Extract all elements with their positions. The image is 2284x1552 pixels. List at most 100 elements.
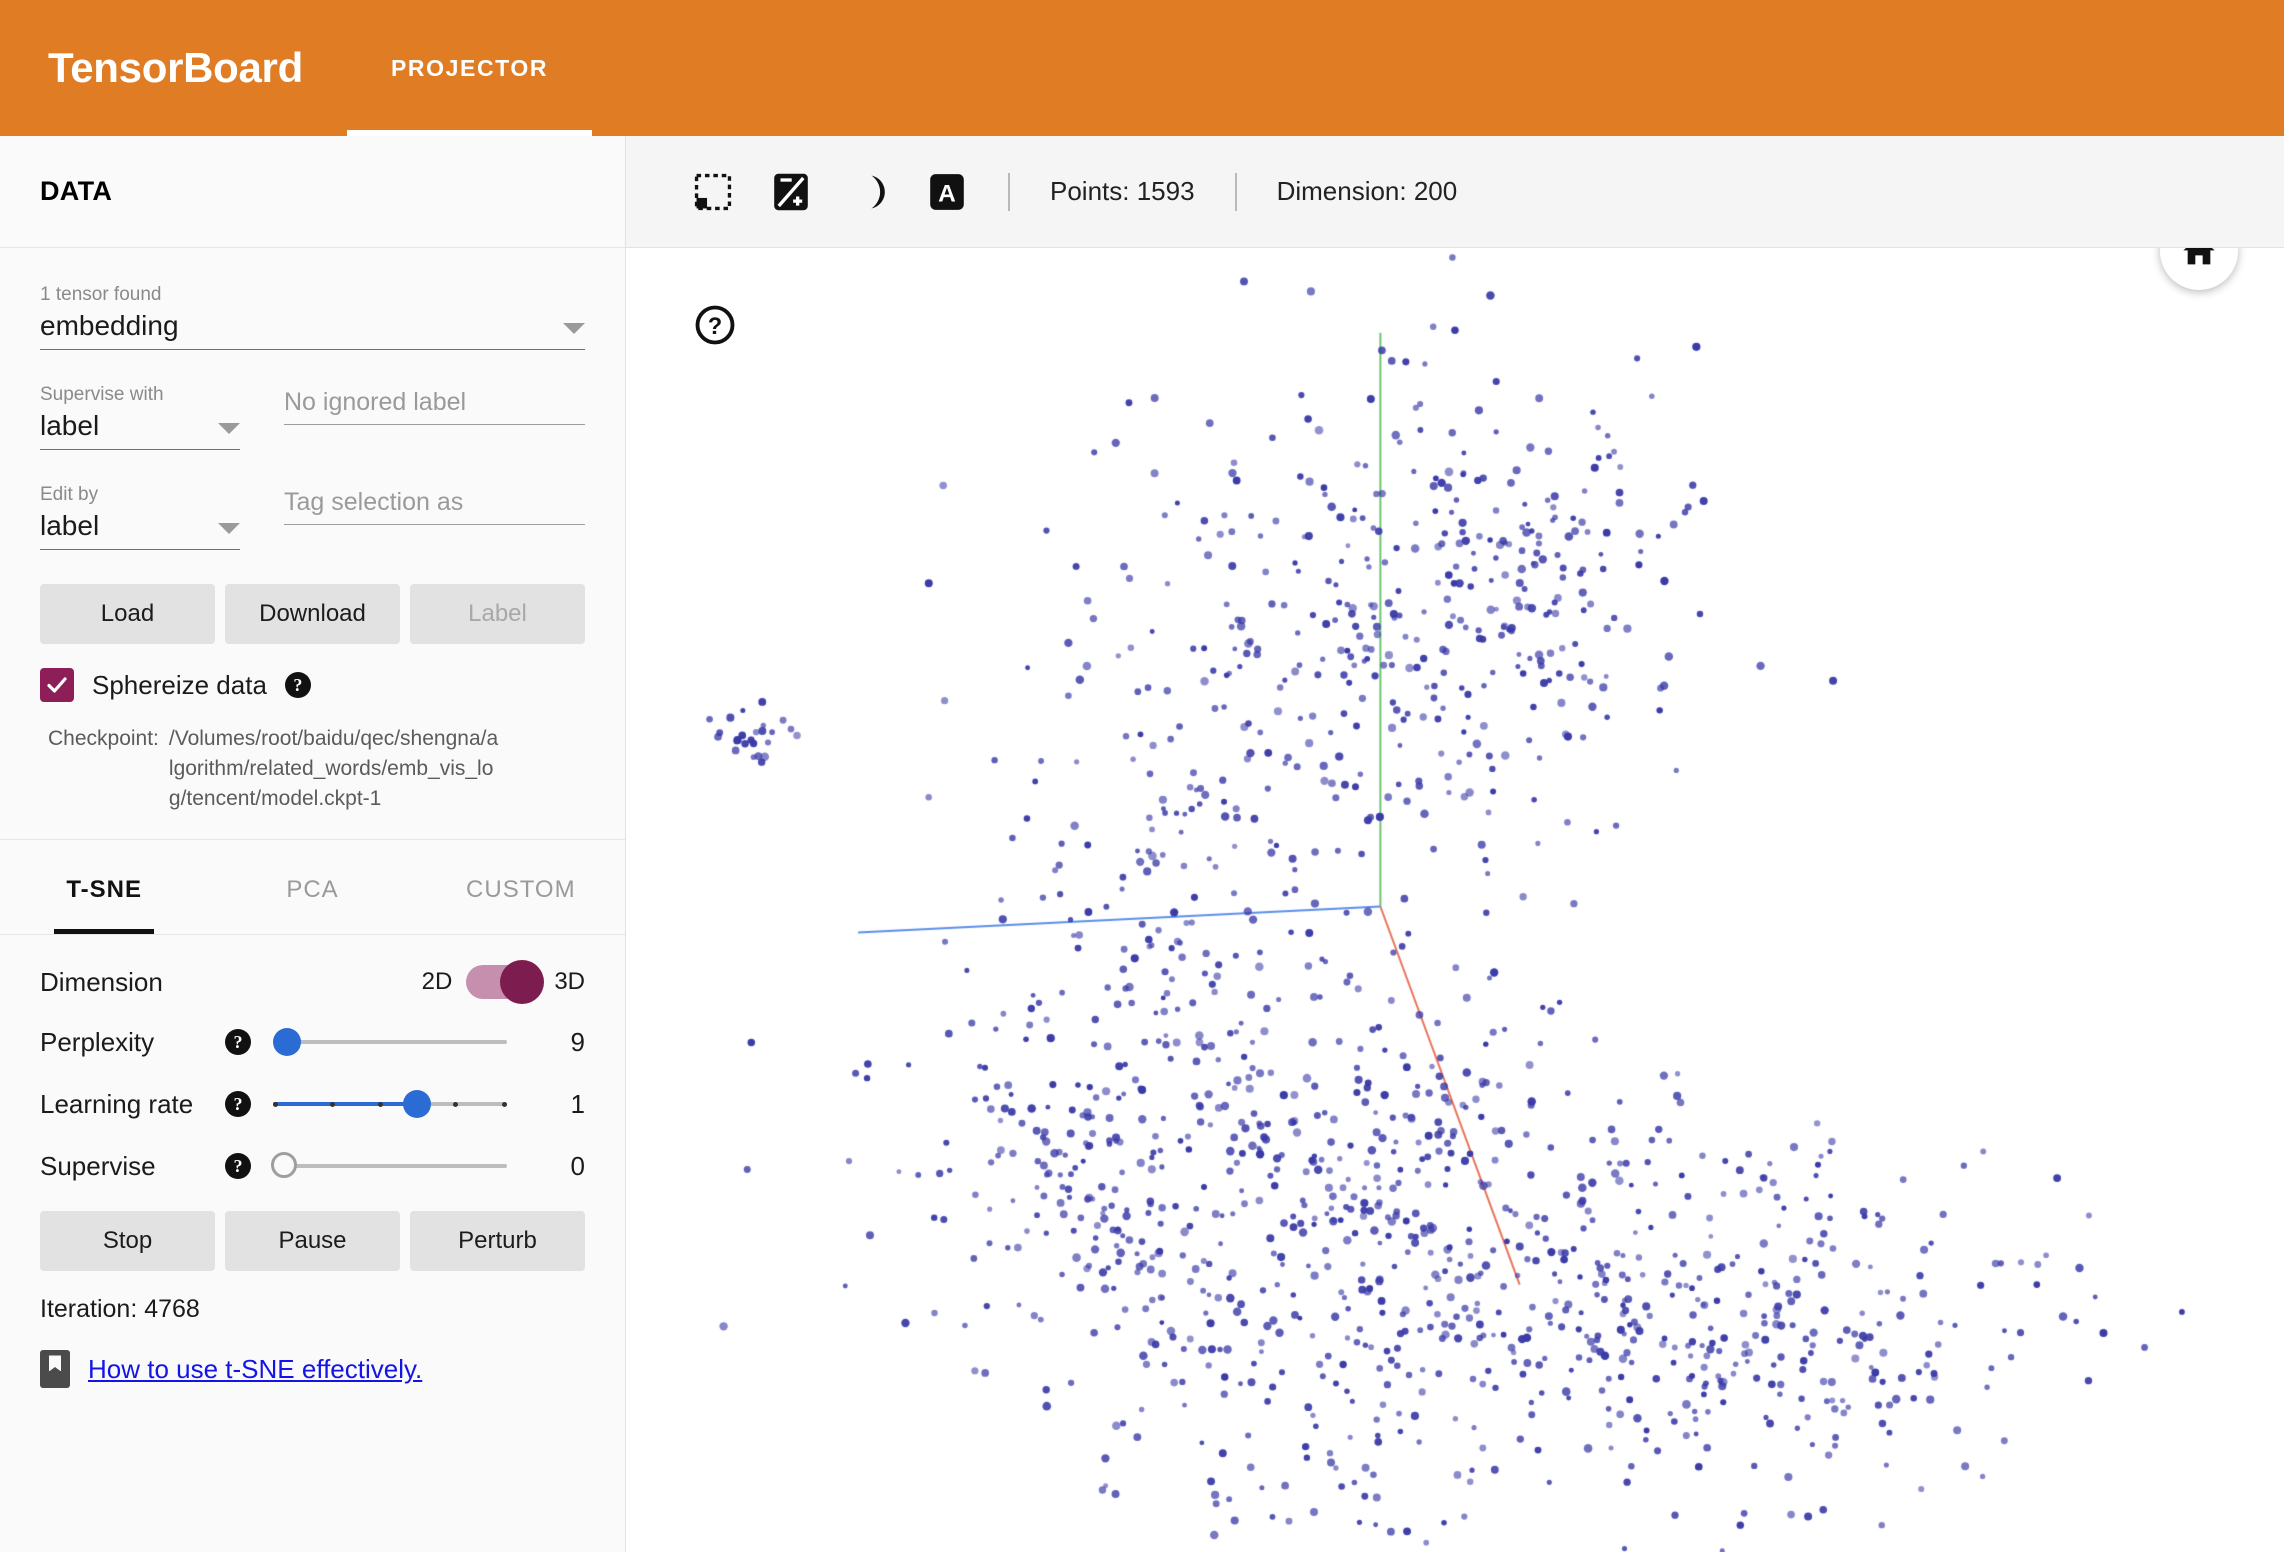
iteration-status: Iteration: 4768 <box>40 1295 200 1324</box>
data-section-title: DATA <box>40 176 113 206</box>
tag-selection-field <box>284 484 585 550</box>
brand-title: TensorBoard <box>48 44 303 91</box>
svg-text:A: A <box>938 180 956 207</box>
learning-rate-slider[interactable] <box>265 1087 515 1121</box>
dimension-toggle[interactable] <box>466 960 545 1005</box>
supervise-track <box>273 1164 507 1169</box>
tensor-select[interactable]: embedding <box>40 310 585 350</box>
toolbar-divider-2 <box>1234 172 1237 211</box>
supervise-slider[interactable] <box>265 1149 515 1183</box>
sphereize-label: Sphereize data <box>92 669 267 700</box>
tensor-found-label: 1 tensor found <box>40 284 162 305</box>
tensor-select-value: embedding <box>40 310 179 341</box>
toggle-knob <box>500 960 545 1005</box>
sphereize-row: Sphereize data ? <box>40 668 585 702</box>
edit-by-select[interactable]: label <box>40 510 240 550</box>
perplexity-thumb[interactable] <box>273 1028 301 1057</box>
perplexity-row: Perplexity ? 9 <box>40 1025 585 1059</box>
perplexity-label: Perplexity <box>40 1027 155 1058</box>
learning-rate-row: Learning rate ? 1 <box>40 1087 585 1121</box>
lr-tick-3 <box>452 1102 458 1108</box>
perplexity-value: 9 <box>570 1026 585 1057</box>
supervise-slider-label: Supervise <box>40 1151 156 1182</box>
lr-tick-4 <box>502 1102 507 1108</box>
tab-tsne[interactable]: T-SNE <box>0 840 208 935</box>
body-split: DATA 1 tensor found embedding Supervise … <box>0 136 2284 1552</box>
tab-custom[interactable]: CUSTOM <box>417 840 625 934</box>
sidebar-header: DATA <box>0 136 625 248</box>
book-icon <box>40 1350 70 1389</box>
tag-selection-input[interactable] <box>284 488 585 517</box>
learning-rate-help-icon[interactable]: ? <box>225 1091 251 1118</box>
supervise-with-select[interactable]: label <box>40 410 240 450</box>
projection-tabs: T-SNE PCA CUSTOM <box>0 840 625 936</box>
tab-pca[interactable]: PCA <box>208 840 416 934</box>
pause-button[interactable]: Pause <box>225 1211 400 1272</box>
checkpoint-info: Checkpoint: /Volumes/root/baidu/qec/shen… <box>40 724 585 813</box>
ignored-label-input[interactable] <box>284 388 585 417</box>
tab-projector-label: PROJECTOR <box>390 54 549 81</box>
projector-app: TensorBoard PROJECTOR DATA 1 tensor foun… <box>0 0 2284 1552</box>
toolbar-divider <box>1008 172 1010 211</box>
home-icon <box>2183 248 2215 265</box>
dimension-toggle-wrap: 2D 3D <box>422 960 585 1005</box>
supervise-thumb[interactable] <box>271 1152 297 1179</box>
perplexity-help-icon[interactable]: ? <box>225 1029 251 1056</box>
data-panel: 1 tensor found embedding Supervise with … <box>0 248 625 841</box>
download-button[interactable]: Download <box>225 584 400 644</box>
edit-by-value: label <box>40 510 100 541</box>
night-mode-icon[interactable] <box>848 171 890 213</box>
edit-by-label: Edit by <box>40 484 99 505</box>
stop-button[interactable]: Stop <box>40 1211 215 1272</box>
perplexity-track <box>273 1040 507 1045</box>
tab-pca-label: PCA <box>286 876 339 904</box>
tab-tsne-label: T-SNE <box>66 876 142 904</box>
labels-icon[interactable]: A <box>926 171 968 213</box>
sphereize-help-icon[interactable]: ? <box>284 672 311 698</box>
supervise-slider-row: Supervise ? 0 <box>40 1149 585 1183</box>
learning-rate-value: 1 <box>570 1088 585 1119</box>
lr-tick-0 <box>273 1102 278 1108</box>
label-button[interactable]: Label <box>410 584 585 644</box>
dimension-count: Dimension: 200 <box>1276 176 1458 206</box>
supervise-value: 0 <box>570 1150 585 1181</box>
checkpoint-value: /Volumes/root/baidu/qec/shengna/algorith… <box>168 727 499 810</box>
howto-tsne-link[interactable]: How to use t-SNE effectively. <box>88 1354 422 1385</box>
perturb-button[interactable]: Perturb <box>410 1211 585 1272</box>
chevron-down-icon <box>563 323 585 334</box>
tsne-scatter-plot[interactable] <box>626 248 2284 1552</box>
edit-icon[interactable] <box>770 171 812 213</box>
checkpoint-key: Checkpoint: <box>48 727 159 750</box>
lr-tick-1 <box>330 1102 335 1108</box>
sidebar: DATA 1 tensor found embedding Supervise … <box>0 136 626 1552</box>
supervise-with-label: Supervise with <box>40 384 164 405</box>
learning-rate-thumb[interactable] <box>402 1090 431 1119</box>
supervise-with-value: label <box>40 410 100 441</box>
supervise-help-icon[interactable]: ? <box>225 1153 251 1180</box>
chevron-down-icon <box>218 523 240 534</box>
learning-rate-label: Learning rate <box>40 1089 194 1120</box>
scatter-canvas-area[interactable]: ? <box>626 248 2284 1552</box>
tab-projector[interactable]: PROJECTOR <box>346 0 593 136</box>
main-panel: A Points: 1593 Dimension: 200 ? <box>626 136 2284 1552</box>
supervise-with-field: Supervise with label <box>40 384 240 450</box>
dimension-label: Dimension <box>40 966 163 997</box>
edit-by-row: Edit by label <box>40 484 585 550</box>
top-tabs: PROJECTOR <box>346 0 593 136</box>
sphereize-checkbox[interactable] <box>40 668 74 702</box>
tensor-field: 1 tensor found embedding <box>40 284 585 350</box>
ignored-label-input-wrap <box>284 384 585 425</box>
select-icon[interactable] <box>692 171 734 213</box>
tab-custom-label: CUSTOM <box>466 876 576 904</box>
perplexity-slider[interactable] <box>265 1025 515 1059</box>
dimension-3d-label: 3D <box>554 968 585 996</box>
supervise-row: Supervise with label <box>40 384 585 450</box>
howto-row: How to use t-SNE effectively. <box>40 1350 585 1389</box>
chevron-down-icon <box>218 423 240 434</box>
edit-by-field: Edit by label <box>40 484 240 550</box>
tsne-buttons-row: Stop Pause Perturb <box>40 1211 585 1272</box>
ignored-label-field <box>284 384 585 450</box>
dimension-row: Dimension 2D 3D <box>40 960 585 1005</box>
load-button[interactable]: Load <box>40 584 215 644</box>
check-icon <box>47 677 67 693</box>
